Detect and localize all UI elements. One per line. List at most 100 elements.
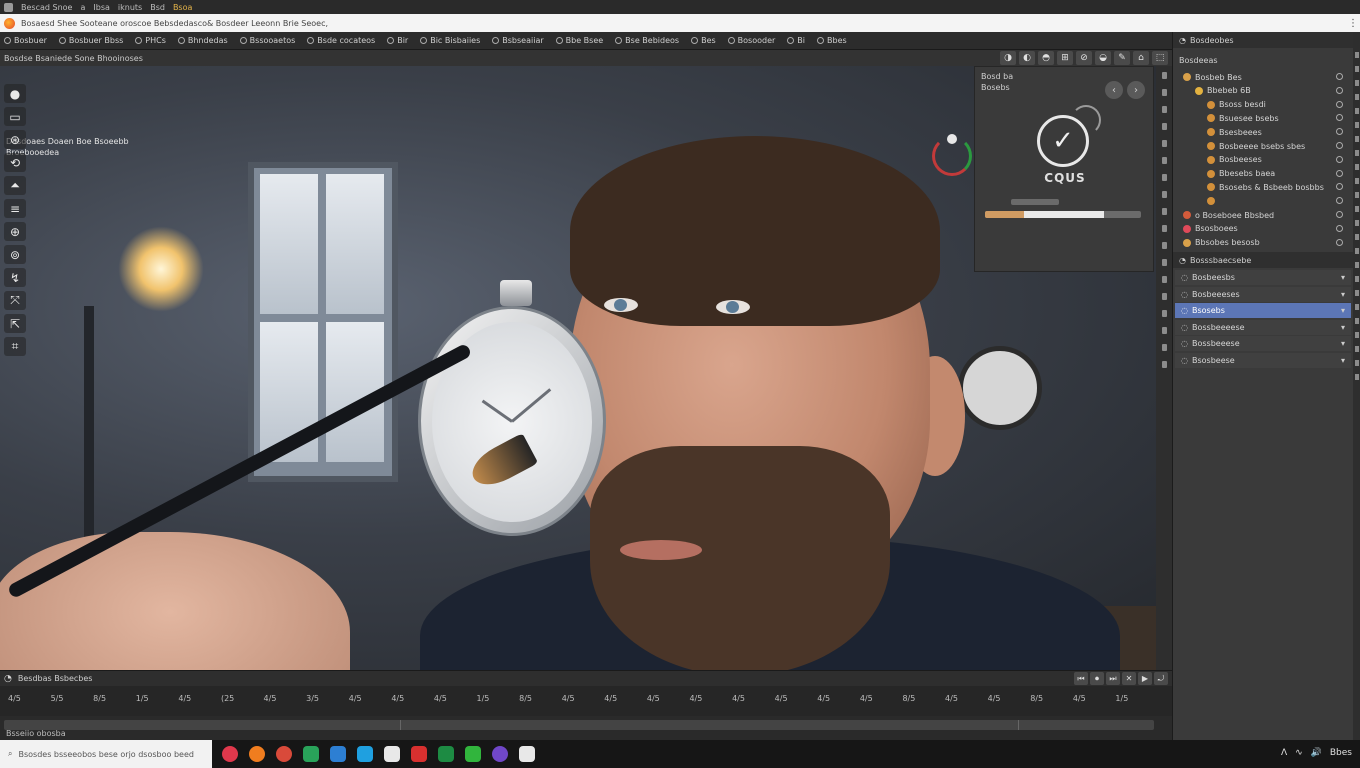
visibility-icon[interactable]: [1336, 197, 1343, 205]
outliner-tree-item[interactable]: [1173, 194, 1349, 208]
outliner-tree-item[interactable]: Bbsobes besosb: [1173, 236, 1349, 250]
timeline-ruler[interactable]: 4/5 5/5 8/5 1/5 4/5 (25 4/5 3/5 4/5 4/5 4/5 1/5 8/5 4…: [0, 686, 1172, 716]
viewport-tool-button[interactable]: ⊞: [1057, 51, 1073, 65]
expand-icon[interactable]: ▾: [1341, 323, 1345, 332]
visibility-icon[interactable]: [1336, 114, 1343, 122]
expand-icon[interactable]: ▾: [1341, 290, 1345, 299]
menu-item[interactable]: PHCs: [135, 36, 166, 45]
expand-icon[interactable]: ▾: [1341, 339, 1345, 348]
visibility-icon[interactable]: [1336, 169, 1343, 177]
viewport-tool-button[interactable]: ◓: [1038, 51, 1054, 65]
viewport-tool-button[interactable]: ◑: [1000, 51, 1016, 65]
timeline-strip[interactable]: [4, 720, 1154, 730]
menu-item[interactable]: Bbe Bsee: [555, 36, 603, 45]
timeline-control-button[interactable]: ⏮: [1074, 672, 1088, 685]
timeline-control-button[interactable]: ✕: [1122, 672, 1136, 685]
app-orange-icon[interactable]: [249, 746, 265, 762]
tool-rail-button[interactable]: ≡: [4, 199, 26, 218]
visibility-icon[interactable]: [1336, 100, 1343, 108]
timeline-control-button[interactable]: ⏭: [1106, 672, 1120, 685]
app-chat-icon[interactable]: [519, 746, 535, 762]
menu-item[interactable]: Bic Bisbaiies: [420, 36, 480, 45]
outliner-tree-item[interactable]: Bsesbeees: [1173, 125, 1349, 139]
expand-icon[interactable]: ▾: [1341, 306, 1345, 315]
visibility-icon[interactable]: [1336, 142, 1343, 149]
panel-slider[interactable]: [1011, 199, 1059, 205]
visibility-icon[interactable]: [1336, 155, 1343, 163]
property-row[interactable]: ◌ Bosbeeeses ▾: [1175, 286, 1351, 302]
os-item-5[interactable]: Bsd: [150, 3, 165, 12]
viewport-tool-button[interactable]: ⬚: [1152, 51, 1168, 65]
menu-item[interactable]: Bes: [691, 36, 716, 45]
expand-icon[interactable]: ▾: [1341, 273, 1345, 282]
tool-rail-button[interactable]: ●: [4, 84, 26, 103]
panel-right-button[interactable]: ›: [1127, 81, 1145, 99]
outliner-tree-item[interactable]: Bosbeb Bes: [1173, 70, 1349, 84]
menu-item[interactable]: Bsde cocateos: [307, 36, 375, 45]
browser-menu-icon[interactable]: ⋮: [1346, 18, 1360, 29]
visibility-icon[interactable]: [1336, 86, 1343, 94]
outliner-tree-item[interactable]: Bosbeeee bsebs sbes: [1173, 139, 1349, 153]
outliner-tree-item[interactable]: Bosbeeses: [1173, 153, 1349, 167]
tool-rail-button[interactable]: ⇱: [4, 314, 26, 333]
menu-item[interactable]: Bosbuer Bbss: [58, 36, 123, 45]
property-row[interactable]: ◌ Bosbeesbs ▾: [1175, 270, 1351, 285]
os-item-3[interactable]: Ibsa: [93, 3, 110, 12]
os-item-4[interactable]: iknuts: [118, 3, 142, 12]
menu-item[interactable]: Bbes: [817, 36, 847, 45]
tool-rail-button[interactable]: ⟲: [4, 153, 26, 172]
app-red2-icon[interactable]: [411, 746, 427, 762]
outliner-scrollbar[interactable]: [1353, 32, 1360, 740]
menu-item[interactable]: Bosooder: [727, 36, 775, 45]
menu-item[interactable]: Bosbuer: [4, 36, 47, 45]
outliner-tree-item[interactable]: o Boseboee Bbsbed: [1173, 208, 1349, 222]
tool-rail-button[interactable]: ▭: [4, 107, 26, 126]
taskbar-search[interactable]: ⌕ Bsosdes bsseeobos bese orjo dsosboo be…: [0, 740, 212, 768]
visibility-icon[interactable]: [1336, 238, 1343, 246]
tray-item[interactable]: 🔊: [1311, 748, 1322, 758]
visibility-icon[interactable]: [1336, 73, 1343, 80]
viewport-tool-button[interactable]: ◐: [1019, 51, 1035, 65]
property-row[interactable]: ◌ Bsosbeese ▾: [1175, 352, 1351, 368]
viewport-tool-button[interactable]: ⌂: [1133, 51, 1149, 65]
property-row[interactable]: ◌ Bossbeeeese ▾: [1175, 319, 1351, 335]
tool-rail-button[interactable]: ↯: [4, 268, 26, 287]
visibility-icon[interactable]: [1336, 128, 1343, 136]
app-edge-icon[interactable]: [357, 746, 373, 762]
outliner-tree-item[interactable]: Bsosboees: [1173, 222, 1349, 236]
menu-item[interactable]: Bsbseaiiar: [492, 36, 544, 45]
app-chrome-icon[interactable]: [276, 746, 292, 762]
app-green2-icon[interactable]: [438, 746, 454, 762]
viewport-side-scrollbar[interactable]: [1156, 66, 1172, 670]
tool-rail-button[interactable]: ⊕: [4, 222, 26, 241]
panel-left-button[interactable]: ‹: [1105, 81, 1123, 99]
visibility-icon[interactable]: [1336, 183, 1343, 191]
property-row[interactable]: ◌ Bossbeeese ▾: [1175, 336, 1351, 351]
timeline-track[interactable]: Bsseiio obosba: [0, 716, 1172, 740]
tool-rail-button[interactable]: ⌗: [4, 337, 26, 356]
app-white-icon[interactable]: [384, 746, 400, 762]
app-purple-icon[interactable]: [492, 746, 508, 762]
outliner-tree-item[interactable]: Bsuesee bsebs: [1173, 111, 1349, 125]
browser-address-bar[interactable]: Bosaesd Shee Sooteane oroscoe Bebsdedasc…: [0, 14, 1360, 32]
viewport-tool-button[interactable]: ⊘: [1076, 51, 1092, 65]
viewport-tool-button[interactable]: ✎: [1114, 51, 1130, 65]
tray-item[interactable]: ∿: [1295, 748, 1303, 758]
property-row[interactable]: ◌ Bsosebs ▾: [1175, 303, 1351, 318]
visibility-icon[interactable]: [1336, 224, 1343, 232]
os-item-1[interactable]: Bescad Snoe: [21, 3, 72, 12]
outliner-tree-item[interactable]: Bsoss besdi: [1173, 98, 1349, 112]
3d-viewport[interactable]: Dosdoaes Doaen Boe Bsoeebb Broebooedea ●…: [0, 66, 1172, 670]
tool-rail-button[interactable]: ⊚: [4, 245, 26, 264]
gizmo-handle[interactable]: [947, 134, 957, 144]
app-green-icon[interactable]: [303, 746, 319, 762]
timeline-control-button[interactable]: ⤾: [1154, 672, 1168, 685]
tool-rail-button[interactable]: ⏶: [4, 176, 26, 195]
menu-item[interactable]: Bse Bebideos: [615, 36, 679, 45]
outliner-tree-item[interactable]: Bbesebs baea: [1173, 167, 1349, 181]
visibility-icon[interactable]: [1336, 211, 1343, 218]
outliner-tree-item[interactable]: Bsosebs & Bsbeeb bosbbs: [1173, 180, 1349, 194]
menu-item[interactable]: Bhndedas: [177, 36, 228, 45]
timeline-control-button[interactable]: ▶: [1138, 672, 1152, 685]
tool-rail-button[interactable]: ⤧: [4, 291, 26, 310]
